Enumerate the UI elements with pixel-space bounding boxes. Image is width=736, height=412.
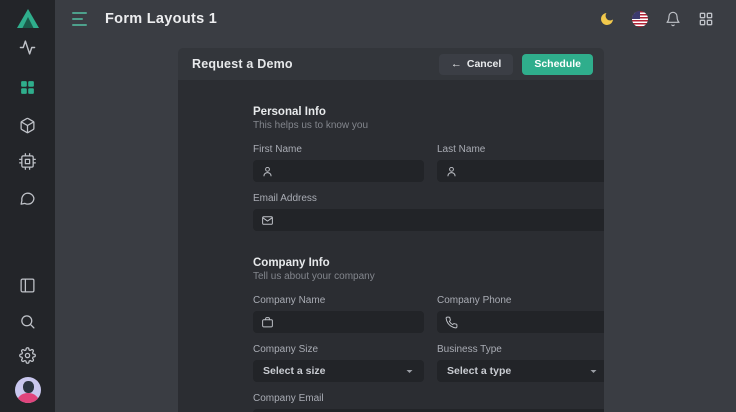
sidebar	[0, 0, 55, 412]
first-name-text[interactable]	[281, 165, 416, 177]
field-label: Company Email	[253, 393, 604, 404]
activity-icon	[19, 39, 36, 56]
field-label: First Name	[253, 144, 424, 155]
card-title: Request a Demo	[192, 57, 293, 71]
sidebar-item-hardware[interactable]	[16, 149, 40, 173]
chat-bubble-icon	[19, 190, 36, 207]
phone-icon	[445, 316, 458, 329]
last-name-text[interactable]	[465, 165, 600, 177]
field-label: Company Size	[253, 344, 424, 355]
business-type-select[interactable]: Select a type	[437, 360, 604, 382]
apps-grid-icon[interactable]	[696, 9, 716, 29]
cpu-icon	[19, 153, 36, 170]
company-size-select[interactable]: Select a size	[253, 360, 424, 382]
company-name-text[interactable]	[281, 316, 416, 328]
section-personal-info: Personal Info This helps us to know you …	[253, 106, 530, 231]
page-title: Form Layouts 1	[105, 11, 217, 27]
sidebar-item-layouts[interactable]	[16, 75, 40, 99]
email-address-input[interactable]	[253, 209, 604, 231]
person-icon	[261, 165, 274, 178]
mail-icon	[261, 214, 274, 227]
header-actions	[597, 9, 716, 29]
sidebar-item-activity[interactable]	[16, 35, 40, 59]
company-name-input[interactable]	[253, 311, 424, 333]
card-header: Request a Demo ← Cancel Schedule	[178, 48, 604, 80]
card-actions: ← Cancel Schedule	[439, 54, 593, 75]
selected-value: Select a type	[447, 365, 511, 377]
chevron-down-icon	[405, 367, 414, 376]
field-label: Last Name	[437, 144, 604, 155]
box-icon	[19, 117, 36, 134]
app-screen: Form Layouts 1 Request a Demo ← Cancel	[0, 0, 736, 412]
field-company-email: Company Email	[253, 393, 604, 412]
sidebar-item-chat[interactable]	[16, 186, 40, 210]
email-address-text[interactable]	[281, 214, 600, 226]
field-company-name: Company Name	[253, 295, 424, 333]
sidebar-item-search[interactable]	[16, 309, 40, 333]
bell-icon[interactable]	[663, 9, 683, 29]
field-email-address: Email Address	[253, 193, 604, 231]
briefcase-icon	[261, 316, 274, 329]
back-arrow-icon: ←	[451, 59, 462, 70]
field-label: Email Address	[253, 193, 604, 204]
field-last-name: Last Name	[437, 144, 604, 182]
brand-logo-icon[interactable]	[15, 7, 41, 31]
selected-value: Select a size	[263, 365, 325, 377]
section-title: Personal Info	[253, 106, 530, 118]
top-header: Form Layouts 1	[55, 0, 736, 38]
section-subtitle: Tell us about your company	[253, 271, 530, 282]
field-company-phone: Company Phone	[437, 295, 604, 333]
sidebar-item-panels[interactable]	[16, 273, 40, 297]
request-demo-card: Request a Demo ← Cancel Schedule Persona…	[178, 48, 604, 412]
section-company-info: Company Info Tell us about your company …	[253, 257, 530, 412]
card-body: Personal Info This helps us to know you …	[178, 80, 604, 412]
field-company-size: Company Size Select a size	[253, 344, 424, 382]
avatar-head	[23, 381, 34, 393]
grid-icon	[19, 79, 36, 96]
section-subtitle: This helps us to know you	[253, 120, 530, 131]
gear-icon	[19, 347, 36, 364]
chevron-down-icon	[589, 367, 598, 376]
last-name-input[interactable]	[437, 160, 604, 182]
first-name-input[interactable]	[253, 160, 424, 182]
cancel-button[interactable]: ← Cancel	[439, 54, 513, 75]
sidebar-item-packages[interactable]	[16, 113, 40, 137]
field-label: Company Phone	[437, 295, 604, 306]
person-icon	[445, 165, 458, 178]
schedule-button[interactable]: Schedule	[522, 54, 593, 75]
sidebar-item-settings[interactable]	[16, 343, 40, 367]
company-phone-input[interactable]	[437, 311, 604, 333]
moon-icon[interactable]	[597, 9, 617, 29]
user-avatar[interactable]	[15, 377, 41, 403]
field-label: Business Type	[437, 344, 604, 355]
field-business-type: Business Type Select a type	[437, 344, 604, 382]
section-title: Company Info	[253, 257, 530, 269]
layout-panel-icon	[19, 277, 36, 294]
search-icon	[19, 313, 36, 330]
field-label: Company Name	[253, 295, 424, 306]
field-first-name: First Name	[253, 144, 424, 182]
avatar-shirt	[17, 393, 39, 403]
us-flag-icon[interactable]	[630, 9, 650, 29]
hamburger-menu-icon[interactable]	[72, 12, 90, 26]
company-phone-text[interactable]	[465, 316, 600, 328]
